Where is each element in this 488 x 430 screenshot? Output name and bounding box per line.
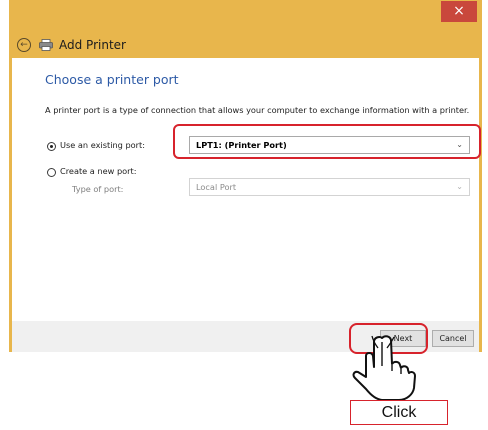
click-caption: Click <box>350 400 448 425</box>
page-description: A printer port is a type of connection t… <box>45 105 470 115</box>
wizard-title: Add Printer <box>59 38 126 52</box>
wizard-content: Choose a printer port A printer port is … <box>12 58 481 321</box>
type-of-port-value: Local Port <box>196 182 237 192</box>
existing-port-radio[interactable] <box>47 142 56 151</box>
existing-port-label[interactable]: Use an existing port: <box>60 140 145 150</box>
cancel-button[interactable]: Cancel <box>432 330 474 347</box>
type-of-port-select[interactable]: Local Port ⌄ <box>189 178 470 196</box>
page-heading: Choose a printer port <box>45 72 179 87</box>
wizard-header: ← Add Printer <box>9 30 482 60</box>
title-bar: × <box>9 0 482 28</box>
new-port-label[interactable]: Create a new port: <box>60 166 137 176</box>
back-arrow-icon[interactable]: ← <box>17 38 31 52</box>
add-printer-window: × ← Add Printer Choose a printer port A … <box>9 0 482 352</box>
close-icon: × <box>453 3 465 19</box>
chevron-down-icon: ⌄ <box>456 182 463 191</box>
hand-pointer-icon <box>352 335 416 401</box>
port-highlight-box <box>173 124 481 159</box>
printer-icon <box>39 39 53 51</box>
new-port-radio[interactable] <box>47 168 56 177</box>
type-of-port-label: Type of port: <box>72 184 124 194</box>
close-button[interactable]: × <box>441 1 477 22</box>
